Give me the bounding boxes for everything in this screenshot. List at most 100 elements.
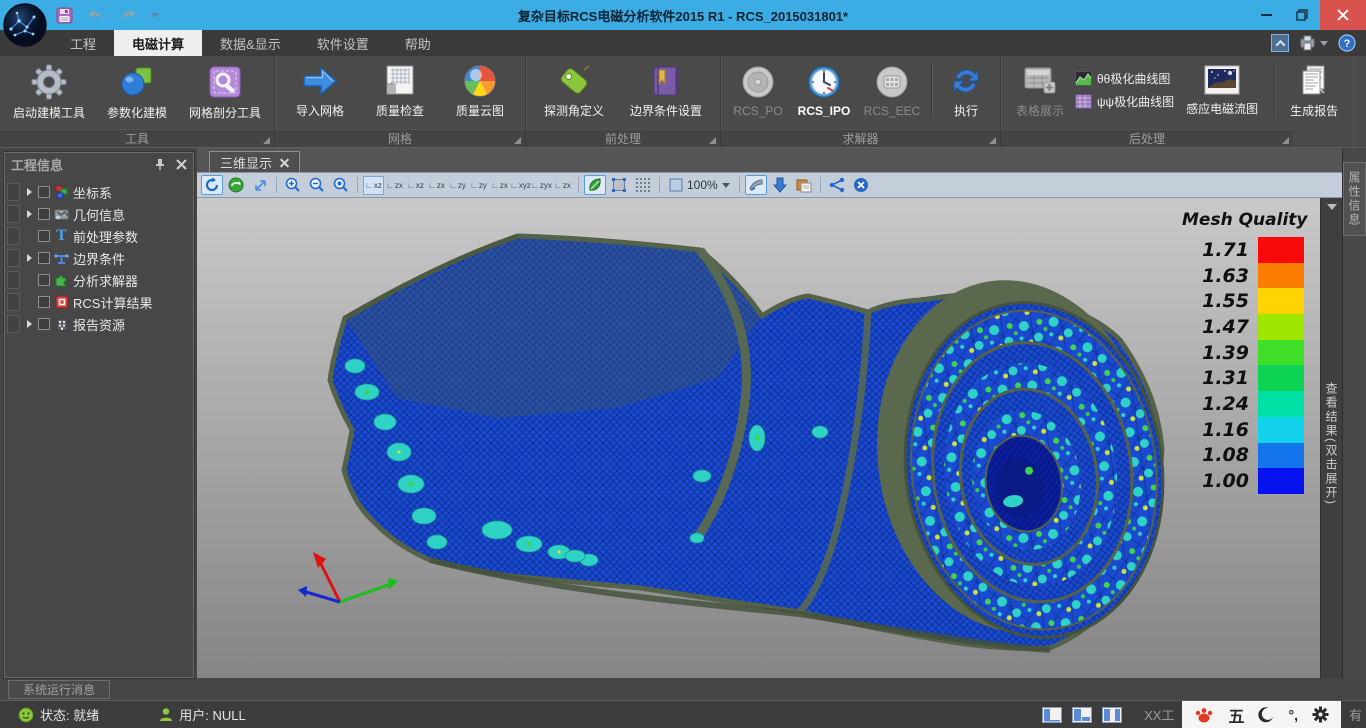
menu-tab-em-compute[interactable]: 电磁计算 <box>114 30 202 56</box>
view-orientation-button-5[interactable]: ∟zy <box>447 176 468 195</box>
view-orientation-button-8[interactable]: ∟xyz <box>510 176 531 195</box>
qat-more-dropdown-icon[interactable] <box>151 13 159 18</box>
tree-item-coordinate-system[interactable]: 坐标系 <box>7 181 191 203</box>
group-launcher-solver[interactable] <box>989 137 996 144</box>
copy-view-button[interactable] <box>793 175 815 195</box>
group-launcher-postprocess[interactable] <box>1282 137 1289 144</box>
minimize-button[interactable] <box>1248 0 1284 30</box>
view-orientation-button-9[interactable]: ∟zyx <box>531 176 552 195</box>
restore-button[interactable] <box>1284 0 1320 30</box>
execute-button[interactable]: 执行 <box>938 62 994 119</box>
zoom-fit-button[interactable] <box>330 175 352 195</box>
property-info-tab[interactable]: 属性信息 <box>1343 162 1366 236</box>
ime-moon-icon[interactable] <box>1258 707 1274 723</box>
view-orientation-button-10[interactable]: ∟zx <box>552 176 573 195</box>
tree-checkbox[interactable] <box>38 186 50 198</box>
tree-checkbox[interactable] <box>38 318 50 330</box>
save-icon[interactable] <box>56 7 73 24</box>
import-view-button[interactable] <box>769 175 791 195</box>
ime-wubi-label[interactable]: 五 <box>1228 703 1244 727</box>
zoom-out-button[interactable] <box>306 175 328 195</box>
print-button[interactable] <box>1299 35 1328 51</box>
tree-checkbox[interactable] <box>38 296 50 308</box>
app-logo-icon[interactable] <box>3 3 47 47</box>
orbit-button[interactable] <box>225 175 247 195</box>
view-orientation-button-3[interactable]: ∟xz <box>405 176 426 195</box>
undo-icon[interactable] <box>87 8 105 22</box>
close-view-button[interactable] <box>850 175 872 195</box>
expand-arrow-icon[interactable] <box>27 188 32 196</box>
view-orientation-button-1[interactable]: ∟xz <box>363 176 384 195</box>
ime-settings-gear-icon[interactable] <box>1312 706 1329 723</box>
ime-punctuation-button[interactable]: °, <box>1288 707 1298 723</box>
menu-tab-project[interactable]: 工程 <box>52 30 114 56</box>
results-collapse-strip[interactable]: 查看结果(双击展开) <box>1320 198 1342 678</box>
tree-item-geometry-info[interactable]: 几何信息 <box>7 203 191 225</box>
layout-left-panel-button[interactable] <box>1040 705 1064 725</box>
quality-check-button[interactable]: 质量检查 <box>361 62 439 119</box>
tree-checkbox[interactable] <box>38 208 50 220</box>
solver-rcs-po-button[interactable]: RCS_PO <box>727 62 789 118</box>
layout-right-panel-button[interactable] <box>1100 705 1124 725</box>
view-orientation-button-6[interactable]: ∟zy <box>468 176 489 195</box>
view-results-tab[interactable]: 查看结果(双击展开) <box>1323 382 1340 506</box>
em-current-map-button[interactable]: 感应电磁流图 <box>1176 62 1268 117</box>
zoom-dropdown-icon[interactable] <box>722 183 730 188</box>
tree-item-analysis-solver[interactable]: 分析求解器 <box>7 269 191 291</box>
tree-checkbox[interactable] <box>38 252 50 264</box>
group-launcher-mesh[interactable] <box>514 137 521 144</box>
tree-item-report-resources[interactable]: 报告资源 <box>7 313 191 335</box>
wireframe-points-button[interactable] <box>632 175 654 195</box>
zoom-level-control[interactable]: 100% <box>665 178 734 192</box>
solver-rcs-eec-button[interactable]: RCS_EEC <box>859 62 925 118</box>
rotate-view-button[interactable] <box>201 175 223 195</box>
close-button[interactable] <box>1320 0 1366 30</box>
section-clip-button[interactable] <box>745 175 767 195</box>
pan-resize-button[interactable] <box>249 175 271 195</box>
generate-report-button[interactable]: 生成报告 <box>1281 62 1347 119</box>
tree-item-preprocess-params[interactable]: T 前处理参数 <box>7 225 191 247</box>
flat-shading-button[interactable] <box>608 175 630 195</box>
import-mesh-button[interactable]: 导入网格 <box>281 62 359 119</box>
launch-modeling-tool-button[interactable]: 启动建模工具 <box>6 62 92 121</box>
print-dropdown-icon[interactable] <box>1320 41 1328 46</box>
tab-close-icon[interactable] <box>280 158 289 167</box>
zoom-in-button[interactable] <box>282 175 304 195</box>
tab-list-dropdown-icon[interactable] <box>1327 204 1337 210</box>
parametric-modeling-button[interactable]: 参数化建模 <box>94 62 180 121</box>
viewport-canvas[interactable]: Mesh Quality 1.711.631.551.471.391.311.2… <box>197 198 1320 678</box>
tree-checkbox[interactable] <box>38 230 50 242</box>
probe-angle-button[interactable]: 探测角定义 <box>532 62 616 119</box>
menu-tab-settings[interactable]: 软件设置 <box>299 30 387 56</box>
ribbon-collapse-button[interactable] <box>1271 34 1289 52</box>
view-orientation-button-2[interactable]: ∟zx <box>384 176 405 195</box>
tree-item-rcs-results[interactable]: RCS计算结果 <box>7 291 191 313</box>
menu-tab-help[interactable]: 帮助 <box>387 30 449 56</box>
redo-icon[interactable] <box>119 8 137 22</box>
share-export-button[interactable] <box>826 175 848 195</box>
panel-close-icon[interactable] <box>176 159 187 170</box>
layout-bottom-panel-button[interactable] <box>1070 705 1094 725</box>
psi-polarization-curve-button[interactable]: ψψ极化曲线图 <box>1075 93 1174 110</box>
expand-arrow-icon[interactable] <box>27 254 32 262</box>
expand-arrow-icon[interactable] <box>27 320 32 328</box>
expand-arrow-icon[interactable] <box>27 210 32 218</box>
view-orientation-button-4[interactable]: ∟zx <box>426 176 447 195</box>
tab-3d-display[interactable]: 三维显示 <box>209 151 300 172</box>
boundary-settings-button[interactable]: 边界条件设置 <box>618 62 714 119</box>
smooth-shading-button[interactable] <box>584 175 606 195</box>
tree-item-boundary-conditions[interactable]: 边界条件 <box>7 247 191 269</box>
pin-icon[interactable] <box>154 158 166 171</box>
group-launcher-preprocess[interactable] <box>709 137 716 144</box>
help-icon[interactable]: ? <box>1338 34 1356 52</box>
menu-tab-data-display[interactable]: 数据&显示 <box>202 30 299 56</box>
table-view-button[interactable]: 表格展示 <box>1007 62 1073 119</box>
mesh-partition-tool-button[interactable]: 网格剖分工具 <box>182 62 268 121</box>
solver-rcs-ipo-button[interactable]: RCS_IPO <box>791 62 857 118</box>
quality-cloud-button[interactable]: 质量云图 <box>441 62 519 119</box>
system-messages-tab[interactable]: 系统运行消息 <box>8 680 110 699</box>
group-launcher-tools[interactable] <box>263 137 270 144</box>
theta-polarization-curve-button[interactable]: θθ极化曲线图 <box>1075 70 1174 87</box>
ime-paw-icon[interactable] <box>1194 706 1214 724</box>
tree-checkbox[interactable] <box>38 274 50 286</box>
